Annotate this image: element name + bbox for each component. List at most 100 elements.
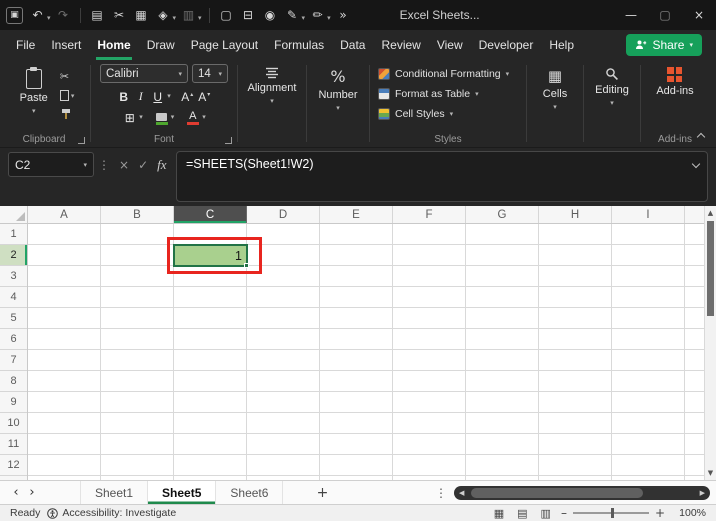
sheet-tab-sheet1[interactable]: Sheet1 [80, 481, 149, 504]
column-header-g[interactable]: G [466, 206, 539, 223]
sheet-tab-sheet5[interactable]: Sheet5 [148, 481, 217, 504]
vertical-scrollbar-thumb[interactable] [707, 221, 714, 316]
row-header-5[interactable]: 5 [0, 308, 27, 329]
font-name-select[interactable]: Calibri ▾ [100, 64, 188, 83]
conditional-formatting-button[interactable]: Conditional Formatting ▾ [372, 64, 509, 84]
cut-button[interactable]: ✂ [60, 70, 75, 83]
new-sheet-button[interactable]: + [313, 485, 331, 501]
fill-color-dropdown-icon[interactable]: ▾ [171, 113, 175, 121]
bold-button[interactable]: B [116, 88, 131, 104]
name-box[interactable]: C2 ▾ [8, 152, 94, 177]
cell-styles-button[interactable]: Cell Styles ▾ [372, 104, 453, 124]
zoom-out-icon[interactable]: – [561, 506, 567, 520]
pen-dropdown-icon[interactable]: ▾ [302, 14, 306, 22]
sheet-options-icon[interactable]: ⋮ [434, 486, 448, 500]
column-header-h[interactable]: H [539, 206, 612, 223]
previous-sheet-icon[interactable]: ‹ [8, 485, 24, 500]
insert-function-icon[interactable]: fx [157, 157, 166, 173]
row-header-12[interactable]: 12 [0, 455, 27, 476]
row-header-7[interactable]: 7 [0, 350, 27, 371]
row-header-6[interactable]: 6 [0, 329, 27, 350]
undo-icon[interactable]: ↶ [27, 4, 48, 26]
clipboard-icon[interactable]: ▤ [87, 4, 108, 26]
fill-color-button[interactable] [154, 109, 169, 125]
column-header-c[interactable]: C [174, 206, 247, 223]
tab-developer[interactable]: Developer [471, 30, 542, 60]
tab-review[interactable]: Review [373, 30, 428, 60]
tab-page-layout[interactable]: Page Layout [183, 30, 266, 60]
underline-button[interactable]: U [150, 88, 165, 104]
font-dialog-launcher[interactable] [225, 137, 232, 144]
clipboard-dialog-launcher[interactable] [78, 137, 85, 144]
name-box-dropdown-icon[interactable]: ▾ [83, 161, 87, 169]
row-header-1[interactable]: 1 [0, 224, 27, 245]
tab-home[interactable]: Home [89, 30, 138, 60]
zoom-level[interactable]: 100% [672, 507, 706, 519]
minimize-button[interactable]: — [614, 0, 648, 30]
font-color-button[interactable]: A [185, 109, 200, 125]
shapes-icon[interactable]: ◈ [153, 4, 174, 26]
formula-input[interactable]: =SHEETS(Sheet1!W2) [176, 151, 708, 202]
redo-icon[interactable]: ↷ [53, 4, 74, 26]
row-header-2[interactable]: 2 [0, 245, 27, 266]
decrease-font-button[interactable]: A ▾ [197, 88, 212, 104]
editing-button[interactable]: Editing ▾ [589, 64, 635, 110]
normal-view-icon[interactable]: ▦ [491, 507, 507, 520]
table-dropdown-icon[interactable]: ▾ [198, 14, 202, 22]
copy-button[interactable]: ▾ [59, 87, 74, 101]
cancel-icon[interactable]: × [119, 158, 129, 172]
borders-button[interactable]: ⊞ [122, 109, 137, 125]
draw-pen-icon[interactable]: ✎ [282, 4, 303, 26]
tab-help[interactable]: Help [541, 30, 582, 60]
cells-area[interactable]: 1 [28, 224, 704, 480]
accessibility-status[interactable]: Accessibility: Investigate [47, 507, 176, 519]
column-header-e[interactable]: E [320, 206, 393, 223]
column-header-d[interactable]: D [247, 206, 320, 223]
cut-icon[interactable]: ✂ [109, 4, 130, 26]
tab-formulas[interactable]: Formulas [266, 30, 332, 60]
camera-icon[interactable]: ◉ [260, 4, 281, 26]
increase-font-button[interactable]: A ▴ [180, 88, 195, 104]
number-format-button[interactable]: % Number ▾ [312, 64, 363, 115]
formula-bar-handle-icon[interactable]: ⋮ [98, 158, 110, 172]
highlighter-dropdown-icon[interactable]: ▾ [327, 14, 331, 22]
row-header-11[interactable]: 11 [0, 434, 27, 455]
next-sheet-icon[interactable]: › [24, 485, 40, 500]
column-header-a[interactable]: A [28, 206, 101, 223]
tab-draw[interactable]: Draw [139, 30, 183, 60]
tab-insert[interactable]: Insert [43, 30, 89, 60]
vertical-scrollbar[interactable]: ▲ ▼ [704, 206, 716, 480]
sheet-tab-sheet6[interactable]: Sheet6 [216, 481, 284, 504]
format-as-table-button[interactable]: Format as Table ▾ [372, 84, 479, 104]
scroll-up-icon[interactable]: ▲ [705, 209, 716, 217]
row-header-10[interactable]: 10 [0, 413, 27, 434]
row-header-8[interactable]: 8 [0, 371, 27, 392]
picture-icon[interactable]: ▦ [131, 4, 152, 26]
column-header-i[interactable]: I [612, 206, 685, 223]
add-ins-button[interactable]: Add-ins [650, 64, 699, 100]
scroll-right-icon[interactable]: ▶ [700, 489, 705, 497]
highlighter-icon[interactable]: ✏ [307, 4, 328, 26]
undo-dropdown-icon[interactable]: ▾ [47, 14, 51, 22]
column-header-f[interactable]: F [393, 206, 466, 223]
column-header-b[interactable]: B [101, 206, 174, 223]
format-painter-button[interactable] [60, 108, 75, 120]
save-icon[interactable]: ▣ [6, 6, 23, 24]
row-header-3[interactable]: 3 [0, 266, 27, 287]
row-header-4[interactable]: 4 [0, 287, 27, 308]
restore-button[interactable]: ▢ [648, 0, 682, 30]
cells-button[interactable]: ▦ Cells ▾ [537, 64, 573, 114]
select-all-corner[interactable] [0, 206, 28, 224]
enter-icon[interactable]: ✓ [138, 158, 148, 172]
horizontal-scrollbar-thumb[interactable] [471, 487, 643, 498]
fill-handle[interactable] [244, 263, 249, 268]
tab-view[interactable]: View [429, 30, 471, 60]
zoom-slider[interactable] [572, 508, 649, 518]
scroll-left-icon[interactable]: ◀ [459, 489, 464, 497]
share-button[interactable]: Share ▾ [626, 34, 702, 56]
horizontal-scrollbar[interactable]: ◀ ▶ [454, 485, 710, 500]
tab-file[interactable]: File [8, 30, 43, 60]
page-break-view-icon[interactable]: ▥ [538, 507, 554, 520]
paste-dropdown-icon[interactable]: ▾ [32, 107, 36, 115]
row-header-9[interactable]: 9 [0, 392, 27, 413]
